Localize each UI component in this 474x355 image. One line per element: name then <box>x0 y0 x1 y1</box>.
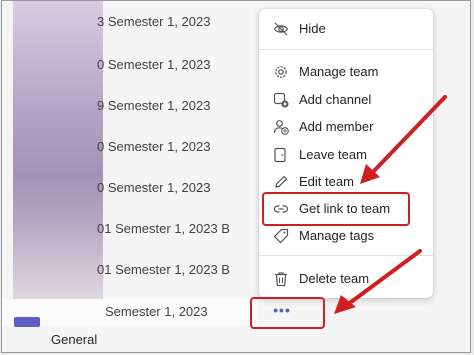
highlight-box-get-link <box>262 192 410 226</box>
add-channel-icon <box>273 92 289 108</box>
team-name: 9 Semester 1, 2023 <box>97 98 211 113</box>
team-name: 3 Semester 1, 2023 <box>97 14 211 29</box>
leave-icon <box>274 147 286 163</box>
add-member-icon <box>273 120 289 135</box>
team-avatar <box>14 317 40 327</box>
team-name: 01 Semester 1, 2023 B <box>97 221 230 236</box>
team-name: 01 Semester 1, 2023 B <box>97 262 230 277</box>
team-name: 0 Semester 1, 2023 <box>97 139 211 154</box>
menu-item-label: Manage team <box>299 64 379 79</box>
team-name: 0 Semester 1, 2023 <box>97 180 211 195</box>
menu-item-label: Delete team <box>299 271 370 286</box>
team-row[interactable]: 0 Semester 1, 2023 <box>2 134 258 160</box>
gear-icon <box>275 66 287 78</box>
team-row[interactable]: 3 Semester 1, 2023 <box>2 9 258 35</box>
team-name: Semester 1, 2023 <box>105 304 208 319</box>
menu-item-manage-team[interactable]: Manage team <box>259 58 433 86</box>
menu-item-label: Add channel <box>299 92 372 107</box>
eye-slash-icon <box>273 22 289 36</box>
highlight-box-more-options <box>250 297 325 329</box>
tag-icon <box>273 228 289 244</box>
menu-item-hide[interactable]: Hide <box>259 15 433 43</box>
trash-icon <box>275 272 287 287</box>
menu-item-add-member[interactable]: Add member <box>259 113 433 141</box>
team-row[interactable]: 01 Semester 1, 2023 B <box>2 216 258 242</box>
team-row[interactable]: 9 Semester 1, 2023 <box>2 93 258 119</box>
menu-item-label: Add member <box>299 119 374 134</box>
menu-item-label: Hide <box>299 21 326 36</box>
menu-item-add-channel[interactable]: Add channel <box>259 86 433 114</box>
team-row[interactable]: 01 Semester 1, 2023 B <box>2 257 258 283</box>
menu-item-leave-team[interactable]: Leave team <box>259 141 433 169</box>
team-row-selected[interactable]: Semester 1, 2023 <box>2 299 258 327</box>
menu-item-label: Manage tags <box>299 228 375 243</box>
menu-divider <box>259 255 433 256</box>
channel-general[interactable]: General <box>51 331 97 349</box>
team-row[interactable]: 0 Semester 1, 2023 <box>2 52 258 78</box>
team-name: 0 Semester 1, 2023 <box>97 57 211 72</box>
menu-item-delete-team[interactable]: Delete team <box>259 265 433 293</box>
team-list: 3 Semester 1, 2023 0 Semester 1, 2023 9 … <box>2 1 262 331</box>
pencil-icon <box>275 175 288 188</box>
team-context-menu: Hide Manage team Add channel Add member … <box>259 9 433 298</box>
teams-panel: 3 Semester 1, 2023 0 Semester 1, 2023 9 … <box>1 0 471 353</box>
menu-item-manage-tags[interactable]: Manage tags <box>259 222 433 250</box>
menu-divider <box>259 49 433 50</box>
menu-item-label: Leave team <box>299 147 367 162</box>
team-row[interactable]: 0 Semester 1, 2023 <box>2 175 258 201</box>
